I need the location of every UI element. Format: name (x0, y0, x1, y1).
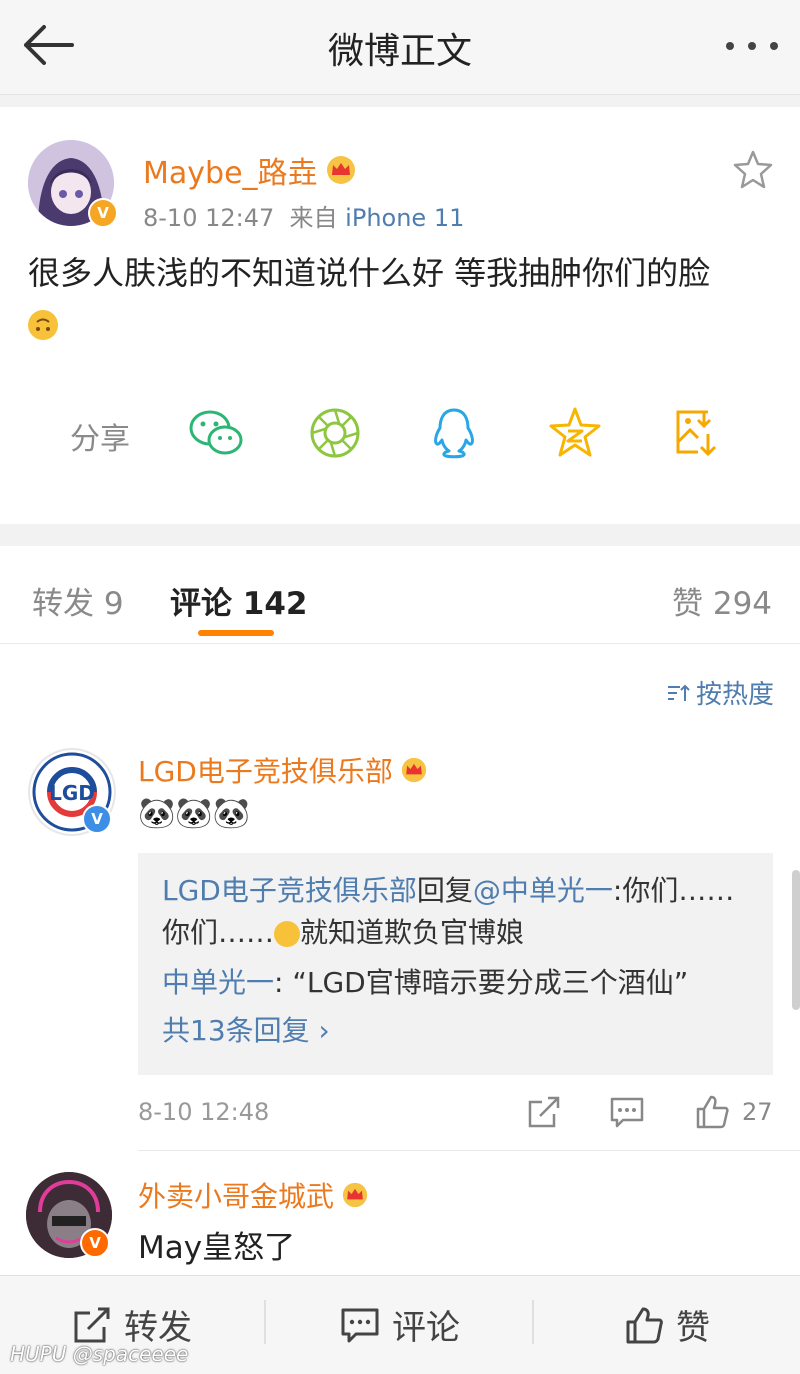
share-comment-icon[interactable] (526, 1094, 562, 1130)
repost-icon (74, 1307, 110, 1342)
post-source[interactable]: iPhone 11 (345, 204, 464, 232)
upside-down-face-emoji-icon (28, 310, 58, 340)
more-options-icon[interactable] (722, 26, 782, 66)
wechat-icon[interactable] (187, 404, 245, 462)
reply-word: 回复 (416, 874, 473, 907)
sort-button[interactable]: 按热度 (666, 674, 774, 711)
post-meta: 8-10 12:47 来自 iPhone 11 (143, 198, 464, 233)
watermark: HUPU @spaceeee (10, 1342, 189, 1366)
author-name[interactable]: Maybe_路垚 (143, 148, 318, 192)
favorite-star-icon[interactable] (732, 148, 774, 190)
save-image-icon[interactable] (668, 404, 726, 462)
reply-mention[interactable]: @中单光一 (473, 874, 613, 907)
section-divider (0, 524, 800, 546)
post-text: 很多人肤浅的不知道说什么好 等我抽肿你们的脸 (28, 254, 711, 292)
reply-text-2: 就知道欺负官博娘 (300, 916, 525, 949)
reply-author[interactable]: LGD电子竞技俱乐部 (162, 874, 417, 907)
top-bar: 微博正文 (0, 0, 800, 95)
share-label: 分享 (70, 422, 130, 457)
divider (532, 1300, 534, 1344)
post-from-label: 来自 (289, 204, 338, 232)
like-label: 赞 (676, 1308, 710, 1348)
svg-text:LGD: LGD (49, 781, 95, 805)
comment-text: 🐼🐼🐼 (138, 796, 251, 831)
comment-text: May皇怒了 (138, 1230, 296, 1266)
sort-icon (668, 684, 690, 701)
like-count: 27 (742, 1098, 773, 1126)
verified-orange-badge-icon: V (80, 1228, 110, 1258)
reply-comment-icon[interactable] (609, 1094, 645, 1130)
like-button[interactable]: 赞 (624, 1300, 710, 1349)
post-content: 很多人肤浅的不知道说什么好 等我抽肿你们的脸 (28, 248, 772, 348)
tab-comment[interactable]: 评论 142 (170, 578, 308, 623)
sweat-face-emoji-icon (274, 921, 301, 947)
active-tab-indicator (198, 630, 274, 636)
reply-content: LGD电子竞技俱乐部回复@中单光一:你们……你们…… 就知道欺负官博娘 中单光一:… (162, 870, 762, 1052)
comment-icon (341, 1308, 379, 1342)
verified-blue-badge-icon: V (82, 804, 112, 834)
comment-label: 评论 (392, 1308, 460, 1348)
vip-crown-icon (326, 156, 355, 184)
tab-like[interactable]: 赞 294 (672, 578, 772, 623)
divider (0, 643, 800, 644)
section-divider (0, 95, 800, 107)
commenter-name[interactable]: LGD电子竞技俱乐部 (138, 750, 393, 790)
page-title: 微博正文 (327, 31, 472, 72)
qzone-icon[interactable] (546, 404, 604, 462)
like-icon (626, 1307, 663, 1343)
quote-author[interactable]: 中单光一 (162, 966, 274, 999)
post-time: 8-10 12:47 (143, 204, 275, 232)
comment-button[interactable]: 评论 (340, 1300, 460, 1349)
vip-crown-icon (401, 757, 426, 783)
sort-label: 按热度 (696, 680, 775, 710)
like-thumb-icon[interactable] (694, 1094, 730, 1130)
divider (138, 1150, 800, 1151)
vip-crown-icon (342, 1182, 368, 1208)
comment-time: 8-10 12:48 (138, 1098, 270, 1126)
tab-repost[interactable]: 转发 9 (32, 578, 124, 623)
scrollbar[interactable] (792, 870, 800, 1010)
verified-yellow-badge-icon: V (88, 198, 118, 228)
divider (264, 1300, 266, 1344)
moments-icon[interactable] (306, 404, 364, 462)
more-replies-link[interactable]: 共13条回复 › (162, 1010, 762, 1052)
quote-text: : “LGD官博暗示要分成三个酒仙” (274, 966, 689, 999)
qq-icon[interactable] (425, 404, 483, 462)
commenter-name[interactable]: 外卖小哥金城武 (138, 1175, 334, 1215)
